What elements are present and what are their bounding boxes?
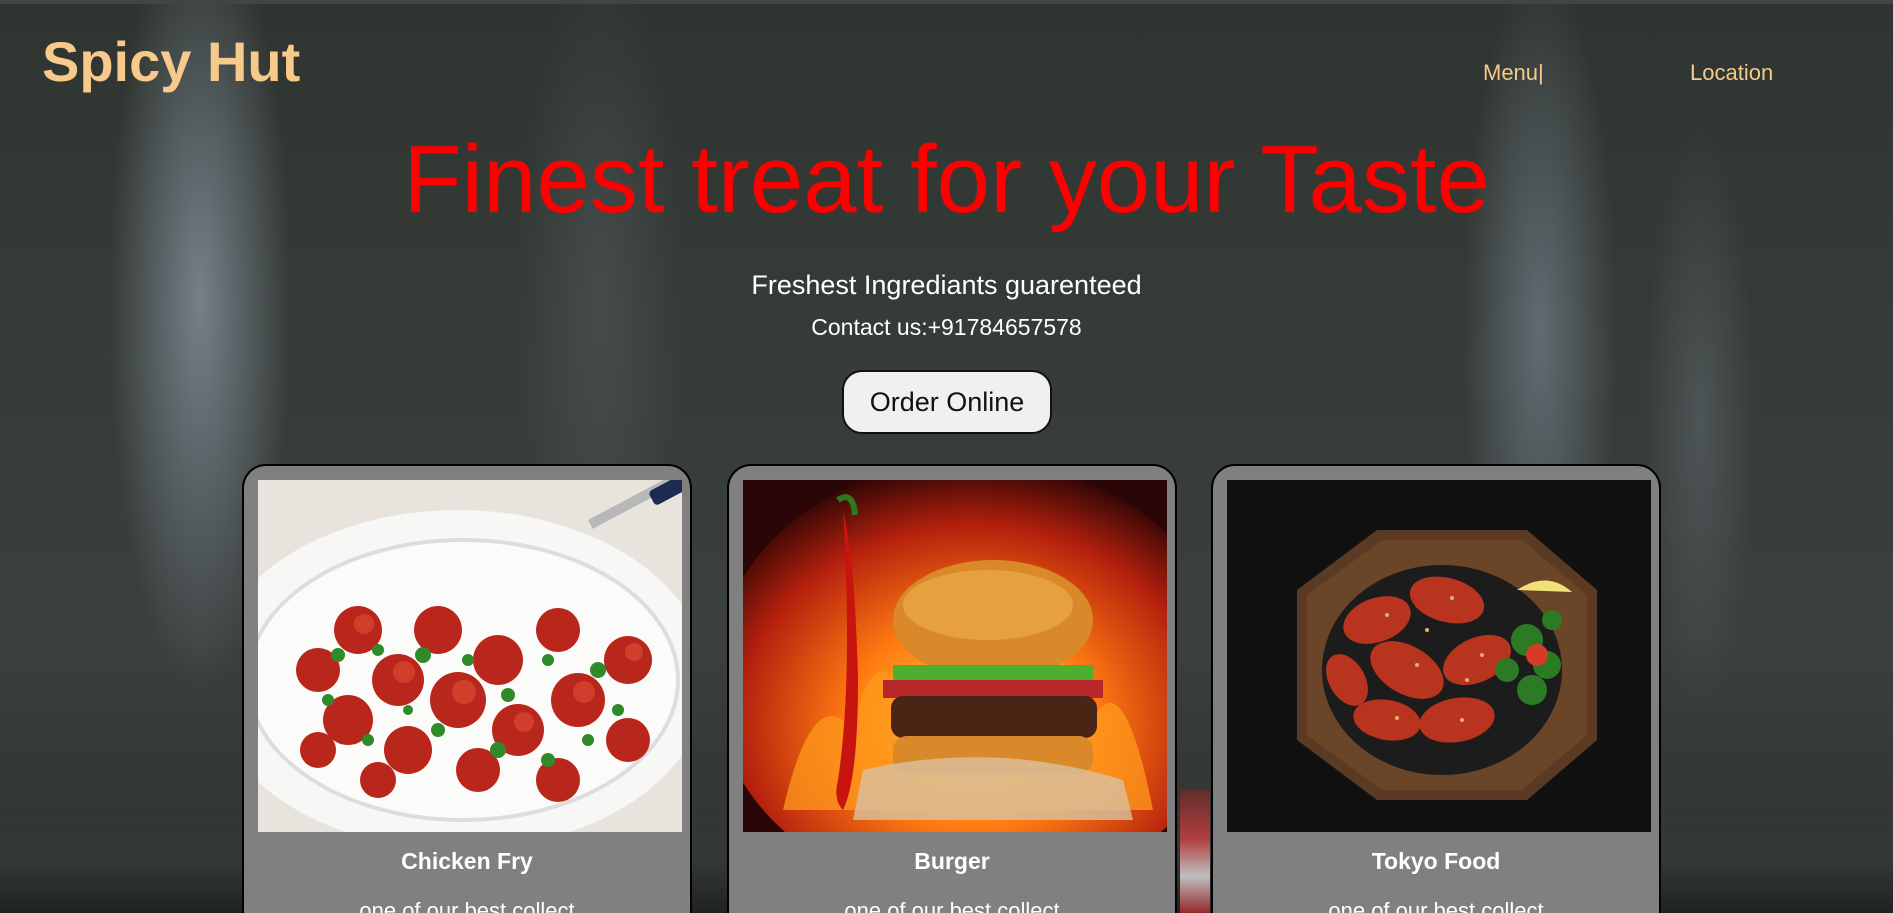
tokyo-food-image <box>1227 480 1651 832</box>
menu-card-burger[interactable]: Burger one of our best collect <box>727 464 1177 913</box>
chicken-fry-image <box>258 480 682 832</box>
burger-image <box>743 480 1167 832</box>
brand-logo[interactable]: Spicy Hut <box>42 34 300 90</box>
menu-card-chicken-fry[interactable]: Chicken Fry one of our best collect <box>242 464 692 913</box>
menu-card-tokyo-food[interactable]: Tokyo Food one of our best collect <box>1211 464 1661 913</box>
card-description: one of our best collect <box>844 898 1060 913</box>
order-online-button[interactable]: Order Online <box>842 370 1052 434</box>
nav-menu-link[interactable]: Menu| <box>1483 62 1544 84</box>
card-title: Burger <box>914 848 990 874</box>
hero-headline: Finest treat for your Taste <box>403 126 1490 233</box>
card-title: Tokyo Food <box>1371 848 1501 874</box>
card-description: one of our best collect <box>1328 898 1544 913</box>
hero-subline: Freshest Ingrediants guarenteed <box>751 270 1142 300</box>
top-border <box>0 0 1893 4</box>
card-title: Chicken Fry <box>401 848 533 874</box>
nav-location-link[interactable]: Location <box>1690 62 1773 84</box>
contact-info: Contact us:+91784657578 <box>811 314 1082 340</box>
background-decoration <box>1180 790 1210 913</box>
card-description: one of our best collect <box>359 898 575 913</box>
